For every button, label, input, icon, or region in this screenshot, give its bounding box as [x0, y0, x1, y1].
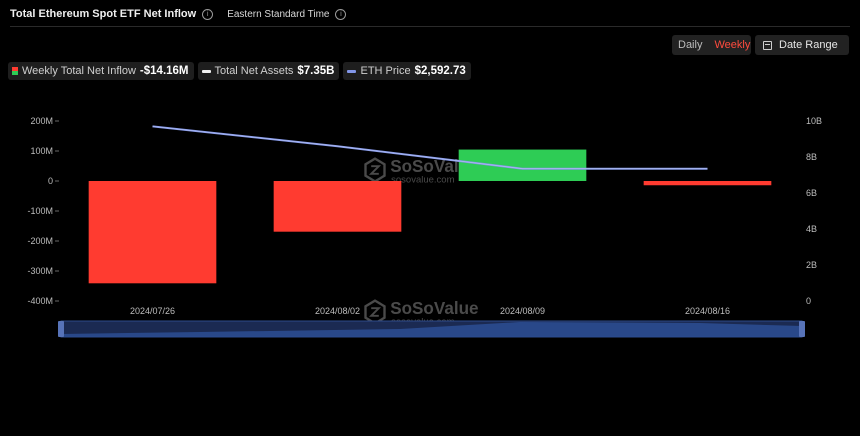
chart-canvas: SoSoValuesosovalue.comSoSoValuesosovalue…	[27, 116, 822, 338]
left-axis-tick-label: -400M	[27, 296, 53, 306]
net-inflow-bar	[458, 149, 587, 181]
x-axis-tick-label: 2024/07/26	[130, 306, 175, 316]
range-slider	[58, 320, 805, 338]
left-axis-tick-label: -300M	[27, 266, 53, 276]
net-inflow-bar	[273, 181, 402, 232]
right-axis-tick-label: 0	[806, 296, 811, 306]
right-axis-tick-label: 4B	[806, 224, 817, 234]
x-axis-tick-label: 2024/08/09	[500, 306, 545, 316]
right-axis-tick-label: 10B	[806, 116, 822, 126]
left-axis-tick-label: -200M	[27, 236, 53, 246]
right-axis-tick-label: 6B	[806, 188, 817, 198]
x-axis-tick-label: 2024/08/16	[685, 306, 730, 316]
right-axis-tick-label: 2B	[806, 260, 817, 270]
watermark-logo-mark	[368, 165, 382, 175]
range-slider-handle[interactable]	[799, 321, 805, 337]
left-axis-tick-label: 0	[48, 176, 53, 186]
left-axis-tick-label: 100M	[30, 146, 53, 156]
watermark-logo-mark	[368, 307, 382, 317]
left-axis-tick-label: 200M	[30, 116, 53, 126]
left-axis-tick-label: -100M	[27, 206, 53, 216]
right-axis-tick-label: 8B	[806, 152, 817, 162]
range-slider-handle[interactable]	[58, 321, 64, 337]
x-axis-tick-label: 2024/08/02	[315, 306, 360, 316]
net-inflow-bar	[643, 181, 772, 186]
net-inflow-bar	[88, 181, 217, 284]
watermark-brand: SoSoValue	[390, 299, 478, 318]
